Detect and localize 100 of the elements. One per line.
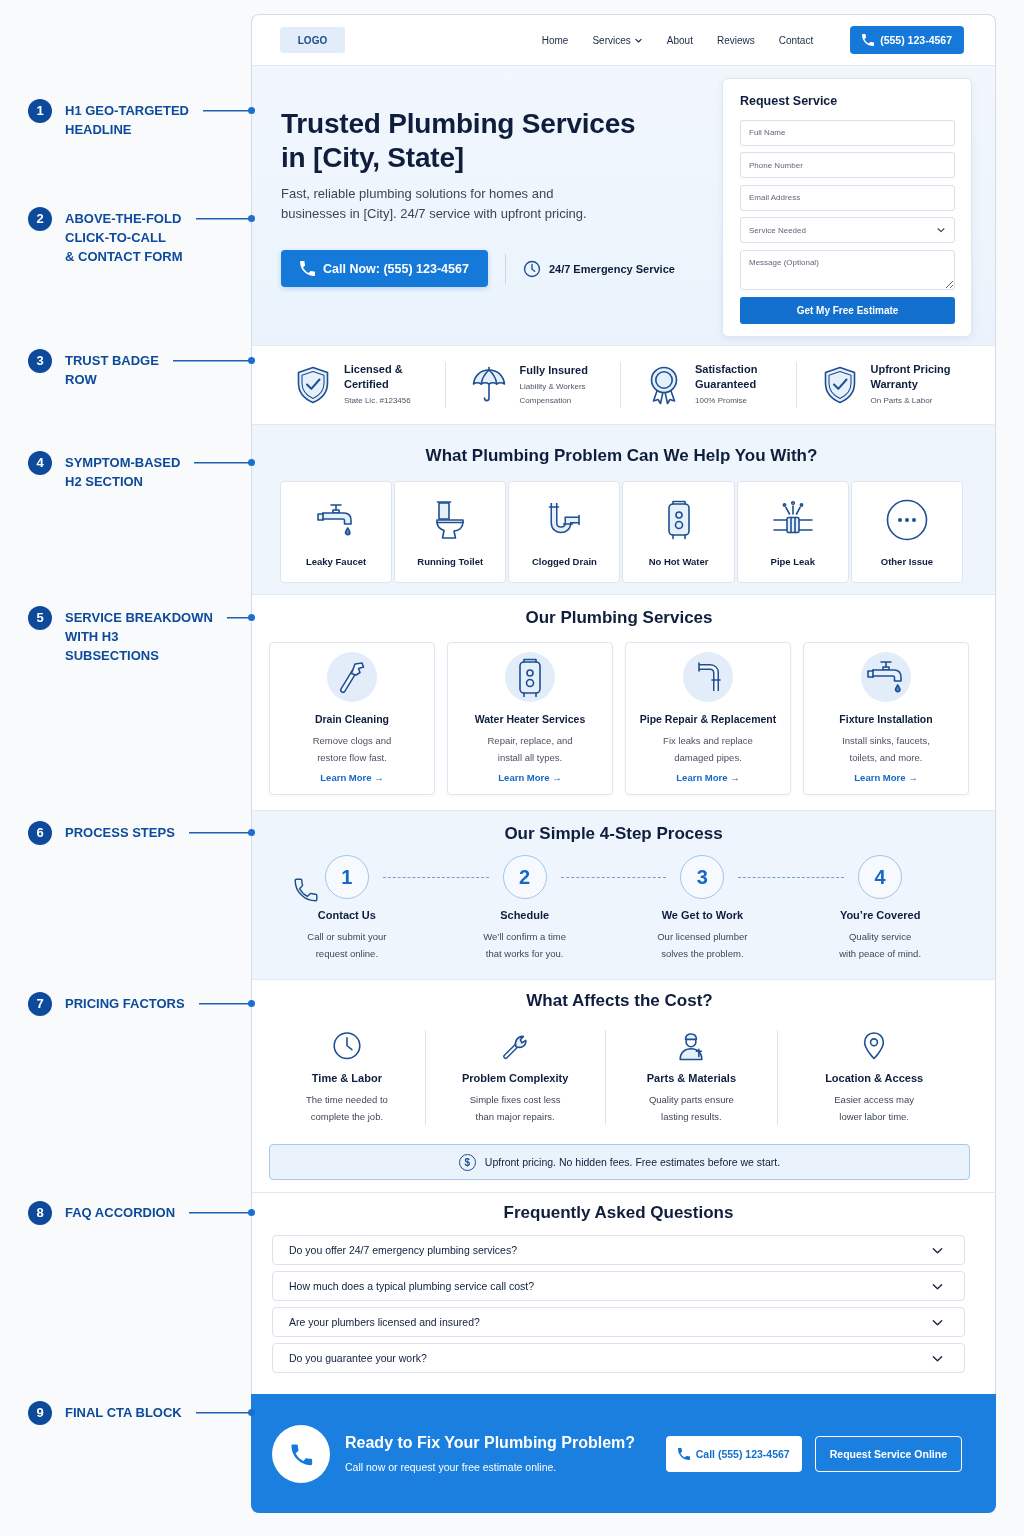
annotation-number: 6 <box>28 820 52 845</box>
pipe-wrench-icon <box>327 652 377 702</box>
factor-description: Easier access may lower labor time. <box>834 1093 914 1124</box>
section-title: What Affects the Cost? <box>525 990 714 1012</box>
clock-icon <box>330 1030 363 1062</box>
learn-more-link[interactable]: Learn More → <box>676 771 740 785</box>
input-field[interactable]: Phone Number <box>740 152 955 178</box>
section-title: Frequently Asked Questions <box>502 1202 735 1224</box>
service-title: Water Heater Services <box>474 712 586 726</box>
logo[interactable]: LOGO <box>280 27 345 53</box>
input-field[interactable]: Email Address <box>740 184 955 211</box>
message-field[interactable]: Message (Optional) <box>740 249 955 290</box>
annotation-number: 3 <box>28 348 52 373</box>
shield-check-icon <box>295 365 331 405</box>
annotation-number: 9 <box>28 1400 52 1425</box>
faq-question[interactable]: Are your plumbers licensed and insured? <box>272 1307 965 1337</box>
step-number: 2 <box>502 855 547 899</box>
badge-title: Satisfaction Guaranteed <box>695 362 758 392</box>
faq-question[interactable]: Do you offer 24/7 emergency plumbing services? <box>272 1235 965 1265</box>
phone-button[interactable]: (555) 123-4567 <box>850 26 964 54</box>
badge-subtitle: 100% Promise <box>695 395 749 407</box>
phone-icon <box>272 1424 330 1483</box>
annotation-label: ABOVE-THE-FOLD CLICK-TO-CALL & CONTACT FORM <box>65 210 183 266</box>
annotation-number: 1 <box>28 98 52 123</box>
input-field[interactable]: Full Name <box>740 119 955 146</box>
hero-subheadline: Fast, reliable plumbing solutions for homes and businesses in [City]. 24/7 service with upfront pricing. <box>281 185 588 223</box>
annotation-number: 2 <box>28 206 52 231</box>
annotation-label: FAQ ACCORDION <box>65 1204 176 1222</box>
badge-title: Fully Insured <box>519 362 588 378</box>
service-description: Fix leaks and replace damaged pipes. <box>663 733 753 765</box>
request-service-button[interactable]: Request Service Online <box>814 1435 962 1472</box>
annotation-number: 5 <box>28 605 52 630</box>
factor-description: The time needed to complete the job. <box>305 1093 388 1124</box>
step-number: 1 <box>324 855 369 899</box>
nav-link[interactable]: Reviews <box>716 34 755 46</box>
phone-icon <box>862 34 875 46</box>
service-description: Remove clogs and restore flow fast. <box>312 733 392 765</box>
step-description: Call or submit your request online. <box>307 929 387 961</box>
problem-tile[interactable]: Pipe Leak <box>736 481 849 583</box>
pricing-note-text: Upfront pricing. No hidden fees. Free estimates before we start. <box>484 1156 781 1168</box>
phone-icon <box>300 261 315 276</box>
annotation-number: 8 <box>28 1200 52 1225</box>
badge-title: Licensed & Certified <box>344 362 404 392</box>
call-now-button[interactable]: Call Now: (555) 123-4567 <box>281 250 488 287</box>
step-number: 3 <box>680 855 725 899</box>
step-description: Quality service with peace of mind. <box>839 929 922 961</box>
step-description: We’ll confirm a time that works for you. <box>483 929 566 961</box>
learn-more-link[interactable]: Learn More → <box>320 771 384 785</box>
section-title: What Plumbing Problem Can We Help You With? <box>424 445 819 467</box>
nav-link[interactable]: Home <box>541 34 569 46</box>
section-title: Our Plumbing Services <box>524 607 714 629</box>
more-options-icon <box>884 498 929 542</box>
water-heater-icon <box>505 652 555 702</box>
phone-icon <box>294 877 318 903</box>
learn-more-link[interactable]: Learn More → <box>854 771 918 785</box>
call-button[interactable]: Call (555) 123-4567 <box>665 1435 802 1472</box>
nav-link[interactable]: Contact <box>778 34 814 46</box>
annotation-label: SYMPTOM-BASED H2 SECTION <box>65 454 181 491</box>
factor-title: Problem Complexity <box>461 1070 569 1085</box>
nav-link[interactable]: Services <box>592 34 643 46</box>
annotation-label: FINAL CTA BLOCK <box>65 1404 182 1422</box>
faq-question[interactable]: How much does a typical plumbing service call cost? <box>272 1271 965 1301</box>
phone-icon <box>677 1447 690 1460</box>
problem-tile[interactable]: Running Toilet <box>394 481 507 583</box>
factor-description: Simple fixes cost less than major repairs. <box>469 1093 561 1124</box>
step-title: Contact Us <box>317 908 376 922</box>
annotation-label: TRUST BADGE ROW <box>65 352 159 389</box>
form-title: Request Service <box>740 93 839 109</box>
select-field[interactable]: Service Needed <box>740 217 955 243</box>
badge-subtitle: Liability & Workers Compensation <box>519 380 587 407</box>
annotation-label: PRICING FACTORS <box>65 995 185 1013</box>
step-title: We Get to Work <box>661 908 744 922</box>
problem-tile[interactable]: Other Issue <box>850 481 963 583</box>
service-title: Fixture Installation <box>839 712 933 726</box>
factor-title: Parts & Materials <box>646 1070 736 1085</box>
problem-tile[interactable]: Leaky Faucet <box>280 481 393 583</box>
step-title: Schedule <box>500 908 550 922</box>
chevron-down-icon <box>936 225 946 235</box>
hero-headline: Trusted Plumbing Services in [City, State] <box>281 107 637 175</box>
service-description: Repair, replace, and install all types. <box>487 733 573 765</box>
step-title: You’re Covered <box>839 908 921 922</box>
step-description: Our licensed plumber solves the problem. <box>657 929 748 961</box>
problem-tile[interactable]: No Hot Water <box>622 481 735 583</box>
faq-question[interactable]: Do you guarantee your work? <box>272 1343 965 1373</box>
cta-subtitle: Call now or request your free estimate online. <box>345 1460 558 1474</box>
pipe-elbow-icon <box>683 652 733 702</box>
annotation-number: 4 <box>28 450 52 475</box>
problem-tile[interactable]: Clogged Drain <box>508 481 621 583</box>
annotation-label: H1 GEO-TARGETED HEADLINE <box>65 102 189 139</box>
badge-title: Upfront Pricing Warranty <box>870 362 951 392</box>
step-number: 4 <box>858 855 903 899</box>
factor-description: Quality parts ensure lasting results. <box>648 1093 734 1124</box>
submit-button[interactable]: Get My Free Estimate <box>740 296 955 324</box>
factor-title: Time & Labor <box>311 1070 382 1085</box>
badge-subtitle: State Lic. #123456 <box>344 395 411 407</box>
nav-link[interactable]: About <box>666 34 693 46</box>
learn-more-link[interactable]: Learn More → <box>498 771 562 785</box>
badge-subtitle: On Parts & Labor <box>870 395 934 407</box>
annotation-label: PROCESS STEPS <box>65 824 175 842</box>
service-description: Install sinks, faucets, toilets, and more. <box>842 733 930 765</box>
